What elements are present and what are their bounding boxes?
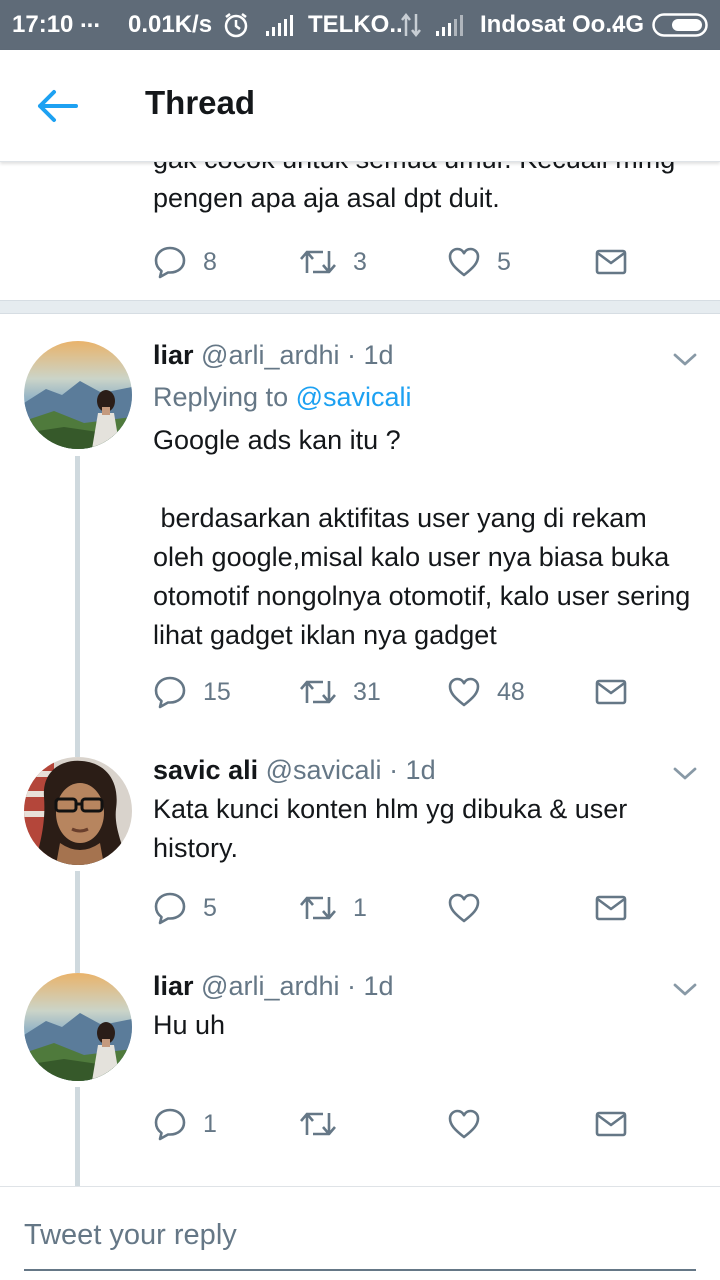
reply-count: 15 xyxy=(203,677,231,706)
tweet-text: Hu uh xyxy=(153,1010,226,1040)
retweet-button[interactable] xyxy=(299,1102,353,1146)
reply-icon xyxy=(154,676,186,709)
chevron-down-icon[interactable] xyxy=(672,352,698,368)
alarm-icon xyxy=(224,13,248,38)
data-transfer-icon xyxy=(401,12,421,38)
avatar[interactable] xyxy=(24,973,132,1081)
signal-icon xyxy=(266,14,296,36)
reply-bar xyxy=(0,1186,720,1280)
battery-icon xyxy=(652,13,708,37)
heart-icon xyxy=(448,247,480,277)
like-count: 48 xyxy=(497,677,525,706)
reply-icon xyxy=(154,246,186,279)
retweet-icon xyxy=(300,250,336,274)
direct-message-button[interactable] xyxy=(595,886,627,930)
envelope-icon xyxy=(595,679,627,705)
author-name[interactable]: liar xyxy=(153,340,194,370)
retweet-button[interactable]: 3 xyxy=(299,240,367,284)
tweet-text: Google ads kan itu ? berdasarkan aktifit… xyxy=(153,425,691,650)
tweet-header: liar @arli_ardhi · 1d xyxy=(153,340,394,371)
reply-button[interactable]: 1 xyxy=(153,1102,217,1146)
author-handle[interactable]: @arli_ardhi xyxy=(201,971,339,1001)
thread-line xyxy=(75,740,80,757)
status-carrier2: Indosat Oo.. xyxy=(480,11,619,38)
tweet-item[interactable]: savic ali @savicali · 1d Kata kunci kont… xyxy=(0,740,720,956)
status-network: 4G xyxy=(612,11,645,38)
app-header: Thread xyxy=(0,50,720,162)
chevron-down-icon[interactable] xyxy=(672,982,698,998)
tweet-actions: 15 31 48 xyxy=(0,670,720,714)
status-dots: ... xyxy=(80,6,101,33)
like-button[interactable]: 5 xyxy=(447,240,511,284)
retweet-icon xyxy=(300,896,336,920)
avatar-portrait-image xyxy=(24,757,132,865)
reply-count: 1 xyxy=(203,1109,217,1138)
arrow-left-icon[interactable] xyxy=(34,86,80,126)
tweet-text: gak cocok untuk semua umur. Kecuali mmg … xyxy=(153,162,675,213)
like-count: 5 xyxy=(497,247,511,276)
avatar-landscape-image xyxy=(24,973,132,1081)
replying-to-label: Replying to xyxy=(153,382,289,412)
envelope-icon xyxy=(595,895,627,921)
chevron-down-icon[interactable] xyxy=(672,766,698,782)
heart-icon xyxy=(448,893,480,923)
envelope-icon xyxy=(595,249,627,275)
reply-button[interactable]: 5 xyxy=(153,886,217,930)
author-handle[interactable]: @arli_ardhi xyxy=(201,340,339,370)
retweet-icon xyxy=(300,1112,336,1136)
direct-message-button[interactable] xyxy=(595,1102,627,1146)
replying-to: Replying to @savicali xyxy=(153,382,412,413)
reply-input[interactable] xyxy=(24,1215,696,1271)
replying-to-mention[interactable]: @savicali xyxy=(296,382,412,412)
avatar[interactable] xyxy=(24,341,132,449)
retweet-button[interactable]: 31 xyxy=(299,670,381,714)
reply-count: 5 xyxy=(203,893,217,922)
author-handle[interactable]: @savicali xyxy=(266,755,382,785)
status-carrier1: TELKO.. xyxy=(308,11,403,38)
tweet-header: savic ali @savicali · 1d xyxy=(153,755,436,786)
tweet-time: · 1d xyxy=(347,340,394,370)
reply-icon xyxy=(154,1108,186,1141)
tweet-actions: 1 xyxy=(0,1102,720,1146)
author-name[interactable]: savic ali xyxy=(153,755,258,785)
tweet-time: · 1d xyxy=(347,971,394,1001)
tweet-actions: 8 3 5 xyxy=(0,240,720,284)
retweet-count: 3 xyxy=(353,247,367,276)
tweet-item[interactable]: liar @arli_ardhi · 1d Hu uh 1 xyxy=(0,956,720,1186)
retweet-count: 1 xyxy=(353,893,367,922)
tweet-time: · 1d xyxy=(389,755,436,785)
tweet-text: Kata kunci konten hlm yg dibuka & user h… xyxy=(153,794,635,863)
status-time: 17:10 xyxy=(12,11,74,38)
retweet-button[interactable]: 1 xyxy=(299,886,367,930)
envelope-icon xyxy=(595,1111,627,1137)
direct-message-button[interactable] xyxy=(595,240,627,284)
author-name[interactable]: liar xyxy=(153,971,194,1001)
page-title: Thread xyxy=(145,84,256,121)
reply-button[interactable]: 8 xyxy=(153,240,217,284)
heart-icon xyxy=(448,1109,480,1139)
like-button[interactable] xyxy=(447,1102,497,1146)
section-separator xyxy=(0,300,720,314)
status-bar: 17:10 ... 0.01K/s TELKO.. Indosat Oo.. 4… xyxy=(0,0,720,50)
tweet-actions: 5 1 xyxy=(0,886,720,930)
previous-tweet[interactable]: gak cocok untuk semua umur. Kecuali mmg … xyxy=(0,162,720,300)
status-speed: 0.01K/s xyxy=(128,11,213,38)
signal-icon-2 xyxy=(436,14,466,36)
like-button[interactable]: 48 xyxy=(447,670,525,714)
direct-message-button[interactable] xyxy=(595,670,627,714)
retweet-icon xyxy=(300,680,336,704)
like-button[interactable] xyxy=(447,886,497,930)
avatar-landscape-image xyxy=(24,341,132,449)
reply-icon xyxy=(154,892,186,925)
heart-icon xyxy=(448,677,480,707)
reply-count: 8 xyxy=(203,247,217,276)
tweet-item[interactable]: liar @arli_ardhi · 1d Replying to @savic… xyxy=(0,314,720,740)
reply-button[interactable]: 15 xyxy=(153,670,231,714)
avatar[interactable] xyxy=(24,757,132,865)
thread-line xyxy=(75,956,80,973)
tweet-header: liar @arli_ardhi · 1d xyxy=(153,971,394,1002)
retweet-count: 31 xyxy=(353,677,381,706)
